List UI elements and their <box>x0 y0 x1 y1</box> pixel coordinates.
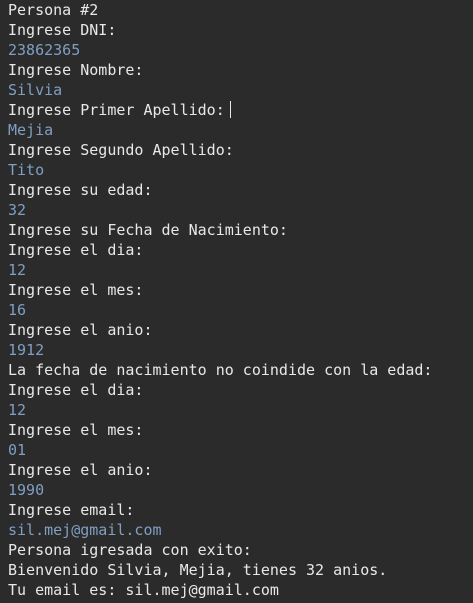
console-input-line: 1990 <box>8 480 473 500</box>
console-line-text: Ingrese Segundo Apellido: <box>8 141 234 159</box>
console-line-text: 32 <box>8 201 27 219</box>
console-input-line: sil.mej@gmail.com <box>8 520 473 540</box>
console-output-line: Ingrese Segundo Apellido: <box>8 140 473 160</box>
console-input-line: 16 <box>8 300 473 320</box>
console-line-text: Ingrese el dia: <box>8 241 144 259</box>
console-output-line: Ingrese el anio: <box>8 320 473 340</box>
console-output-line: Persona #2 <box>8 0 473 20</box>
console-line-text: Ingrese email: <box>8 501 135 519</box>
console-line-text: Ingrese el mes: <box>8 421 144 439</box>
console-line-text: 16 <box>8 301 27 319</box>
console-line-text: Tito <box>8 161 45 179</box>
console-line-text: 1912 <box>8 341 45 359</box>
console-input-line: Mejia <box>8 120 473 140</box>
console-line-text: Ingrese su Fecha de Nacimiento: <box>8 221 288 239</box>
console-line-text: 01 <box>8 441 27 459</box>
console-line-text: 12 <box>8 401 27 419</box>
console-line-text: Bienvenido Silvia, Mejia, tienes 32 anio… <box>8 561 388 579</box>
console-input-line: 12 <box>8 400 473 420</box>
console-output-line: Ingrese DNI: <box>8 20 473 40</box>
console-input-line: 1912 <box>8 340 473 360</box>
console-line-text: Ingrese Primer Apellido: <box>8 101 225 119</box>
console-output[interactable]: Persona #2 Ingrese DNI: 23862365 Ingrese No… <box>0 0 473 603</box>
console-output-line: Ingrese el mes: <box>8 280 473 300</box>
console-line-text: La fecha de nacimiento no coindide con l… <box>8 361 433 379</box>
console-line-text: Ingrese el mes: <box>8 281 144 299</box>
console-line-text: 12 <box>8 261 27 279</box>
console-output-line: Ingrese su edad: <box>8 180 473 200</box>
console-line-text: Ingrese el anio: <box>8 321 153 339</box>
console-output-line: Persona igresada con exito: <box>8 540 473 560</box>
console-input-line: 12 <box>8 260 473 280</box>
console-output-line: Ingrese su Fecha de Nacimiento: <box>8 220 473 240</box>
console-line-text: sil.mej@gmail.com <box>8 521 162 539</box>
console-line-text: 1990 <box>8 481 45 499</box>
console-input-line: 01 <box>8 440 473 460</box>
console-line-text: Ingrese DNI: <box>8 21 117 39</box>
console-output-line: Ingrese el anio: <box>8 460 473 480</box>
console-output-line: Ingrese el mes: <box>8 420 473 440</box>
console-line-text: Persona igresada con exito: <box>8 541 252 559</box>
console-output-line: Ingrese Primer Apellido: <box>8 100 473 120</box>
console-line-text: Ingrese Nombre: <box>8 61 144 79</box>
console-output-line: Ingrese el dia: <box>8 380 473 400</box>
text-cursor-icon <box>229 101 231 118</box>
console-output-line: Ingrese Nombre: <box>8 60 473 80</box>
console-output-line: La fecha de nacimiento no coindide con l… <box>8 360 473 380</box>
console-line-text: Ingrese el anio: <box>8 461 153 479</box>
console-line-text: Silvia <box>8 81 63 99</box>
console-input-line: Tito <box>8 160 473 180</box>
console-input-line: 23862365 <box>8 40 473 60</box>
console-line-text: Persona #2 <box>8 1 99 19</box>
console-line-text: Ingrese su edad: <box>8 181 153 199</box>
console-input-line: Silvia <box>8 80 473 100</box>
console-line-text: Ingrese el dia: <box>8 381 144 399</box>
console-line-text: Tu email es: sil.mej@gmail.com <box>8 581 279 599</box>
console-line-text: 23862365 <box>8 41 81 59</box>
console-output-line: Ingrese email: <box>8 500 473 520</box>
console-input-line: 32 <box>8 200 473 220</box>
console-output-line: Ingrese el dia: <box>8 240 473 260</box>
console-output-line: Tu email es: sil.mej@gmail.com <box>8 580 473 600</box>
console-output-line: Bienvenido Silvia, Mejia, tienes 32 anio… <box>8 560 473 580</box>
console-line-text: Mejia <box>8 121 54 139</box>
